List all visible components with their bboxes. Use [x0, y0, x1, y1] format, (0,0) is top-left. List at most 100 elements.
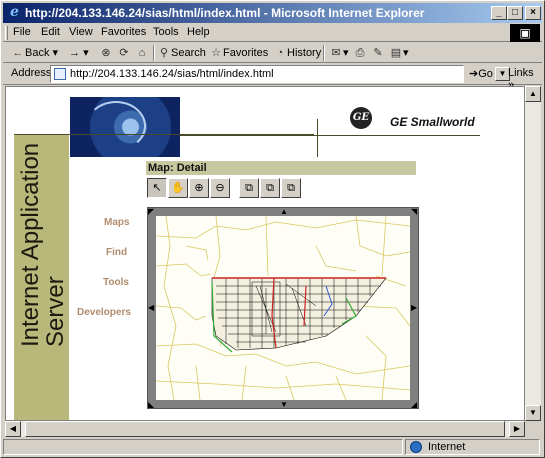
- discuss-dropdown-icon: ▾: [403, 47, 409, 59]
- globe-icon: [410, 441, 422, 453]
- pan-south-icon[interactable]: ▼: [280, 401, 288, 409]
- ge-logo: GE: [350, 107, 372, 129]
- back-arrow-icon: ←: [12, 47, 24, 59]
- menu-bar: File Edit View Favorites Tools Help ▣: [3, 24, 542, 42]
- menu-tools[interactable]: Tools: [153, 26, 179, 38]
- mail-dropdown-icon: ▾: [343, 47, 349, 59]
- hero-image-arc: [86, 101, 146, 151]
- forward-button[interactable]: → ▾: [69, 45, 89, 61]
- pan-west-icon[interactable]: ◀: [148, 304, 154, 312]
- history-button[interactable]: ◔ History: [273, 45, 322, 61]
- discuss-button[interactable]: ▤ ▾: [389, 45, 409, 61]
- map-frame[interactable]: ▲ ▼ ◀ ▶ ◤ ◥ ◣ ◢: [147, 207, 419, 409]
- extent-1-button[interactable]: ⧉: [239, 178, 259, 198]
- menu-help[interactable]: Help: [187, 26, 210, 38]
- back-button[interactable]: ← Back ▾: [11, 45, 59, 61]
- extent-2-icon: ⧉: [266, 182, 274, 194]
- edit-page-icon: ✎: [373, 47, 383, 59]
- search-label: Search: [171, 47, 206, 59]
- minimize-button[interactable]: _: [491, 6, 507, 20]
- zoom-out-icon: ⊖: [215, 182, 225, 194]
- app-title-vertical: Internet Application Server: [17, 142, 69, 347]
- nav-tools[interactable]: Tools: [103, 277, 129, 288]
- windows-logo-icon: ▣: [510, 24, 540, 42]
- toolbar-separator: [153, 45, 155, 61]
- search-button[interactable]: ⚲ Search: [157, 45, 206, 61]
- hand-icon: ✋: [171, 182, 185, 194]
- zoom-in-icon: ⊕: [194, 182, 204, 194]
- extent-2-button[interactable]: ⧉: [260, 178, 280, 198]
- nav-maps[interactable]: Maps: [104, 217, 130, 228]
- pan-tool-button[interactable]: ✋: [168, 178, 188, 198]
- pointer-icon: ↖: [152, 182, 162, 194]
- status-text-pane: [3, 439, 403, 455]
- select-tool-button[interactable]: ↖: [147, 178, 167, 198]
- maximize-button[interactable]: □: [507, 6, 523, 20]
- header-rule: [180, 135, 480, 136]
- pan-east-icon[interactable]: ▶: [411, 304, 417, 312]
- horizontal-scroll-thumb[interactable]: [25, 421, 505, 437]
- forward-arrow-icon: →: [69, 47, 80, 59]
- map-canvas[interactable]: [156, 216, 410, 400]
- pan-north-icon[interactable]: ▲: [280, 208, 288, 216]
- print-icon: ⎙: [355, 47, 365, 59]
- history-label: History: [287, 47, 322, 59]
- pan-southeast-icon[interactable]: ◢: [411, 401, 417, 409]
- stop-icon: ⊗: [101, 47, 111, 59]
- security-zone: Internet: [405, 439, 540, 455]
- go-label: Go: [478, 68, 493, 80]
- menu-edit[interactable]: Edit: [41, 26, 60, 38]
- go-button[interactable]: ➔Go: [469, 67, 493, 80]
- standard-toolbar: ← Back ▾ → ▾ ⊗ ⟳ ⌂ ⚲ Search ☆ Favorites ◔ Hi…: [3, 43, 542, 63]
- scroll-down-icon[interactable]: ▼: [525, 405, 541, 421]
- header-divider: [317, 119, 318, 157]
- page-icon: [54, 68, 66, 80]
- pan-southwest-icon[interactable]: ◣: [148, 401, 154, 409]
- menu-view[interactable]: View: [69, 26, 93, 38]
- close-button[interactable]: ×: [525, 6, 541, 20]
- scroll-left-icon[interactable]: ◀: [5, 421, 21, 437]
- home-button[interactable]: ⌂: [135, 45, 149, 61]
- extent-1-icon: ⧉: [245, 182, 253, 194]
- extent-3-button[interactable]: ⧉: [281, 178, 301, 198]
- scroll-up-icon[interactable]: ▲: [525, 86, 541, 102]
- extent-3-icon: ⧉: [287, 182, 295, 194]
- ie-icon: e: [10, 4, 19, 20]
- links-label: Links: [508, 67, 534, 79]
- favorites-icon: ☆: [211, 47, 221, 59]
- print-button[interactable]: ⎙: [353, 45, 367, 61]
- back-dropdown-icon: ▾: [52, 47, 59, 59]
- favorites-label: Favorites: [223, 47, 269, 59]
- discuss-icon: ▤: [390, 47, 402, 59]
- address-input[interactable]: http://204.133.146.24/sias/html/index.ht…: [50, 65, 510, 83]
- zoom-out-button[interactable]: ⊖: [210, 178, 230, 198]
- refresh-button[interactable]: ⟳: [117, 45, 131, 61]
- menu-favorites[interactable]: Favorites: [101, 26, 146, 38]
- vertical-scrollbar[interactable]: ▲ ▼: [525, 86, 541, 421]
- search-icon: ⚲: [159, 47, 169, 59]
- nav-find[interactable]: Find: [106, 247, 127, 258]
- mail-button[interactable]: ✉ ▾: [329, 45, 349, 61]
- pan-northeast-icon[interactable]: ◥: [411, 208, 417, 216]
- map-heading: Map: Detail: [146, 161, 416, 175]
- zoom-in-button[interactable]: ⊕: [189, 178, 209, 198]
- menu-grip: [5, 26, 8, 40]
- title-bar[interactable]: e http://204.133.146.24/sias/html/index.…: [3, 3, 542, 23]
- brand-name: GE Smallworld: [390, 115, 475, 129]
- window-title: http://204.133.146.24/sias/html/index.ht…: [25, 6, 425, 20]
- menu-file[interactable]: File: [13, 26, 31, 38]
- browser-window: e http://204.133.146.24/sias/html/index.…: [0, 0, 545, 458]
- forward-dropdown-icon: ▾: [83, 47, 89, 59]
- nav-developers[interactable]: Developers: [77, 307, 131, 318]
- scroll-right-icon[interactable]: ▶: [509, 421, 525, 437]
- pan-northwest-icon[interactable]: ◤: [148, 208, 154, 216]
- horizontal-scrollbar[interactable]: ◀ ▶: [5, 421, 525, 437]
- mail-icon: ✉: [331, 47, 341, 59]
- go-arrow-icon: ➔: [469, 68, 479, 80]
- address-bar: Address http://204.133.146.24/sias/html/…: [3, 63, 542, 91]
- edit-button[interactable]: ✎: [371, 45, 385, 61]
- history-icon: ◔: [276, 47, 284, 59]
- favorites-button[interactable]: ☆ Favorites: [209, 45, 268, 61]
- stop-button[interactable]: ⊗: [99, 45, 113, 61]
- status-bar: Internet: [3, 438, 542, 456]
